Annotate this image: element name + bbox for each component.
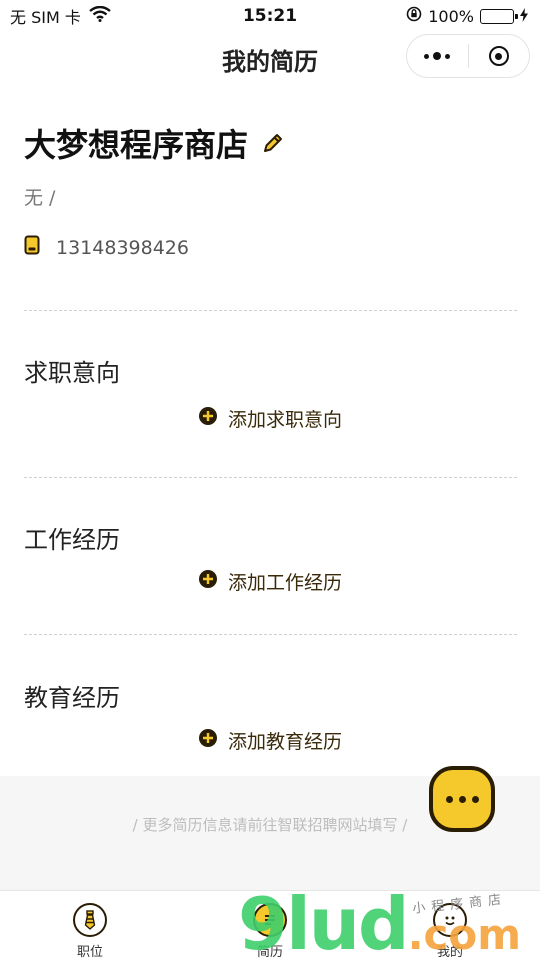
status-right: 100% xyxy=(406,6,540,26)
battery-percent: 100% xyxy=(428,6,474,26)
section-divider xyxy=(24,477,517,478)
watermark-main: 9lud xyxy=(238,882,410,966)
carrier-label: 无 SIM 卡 xyxy=(10,8,81,27)
tab-jobs-label: 职位 xyxy=(76,945,103,960)
add-circle-icon xyxy=(198,728,218,753)
add-education-button[interactable]: 添加教育经历 xyxy=(0,727,540,754)
section-title-education: 教育经历 xyxy=(24,684,120,712)
add-work-experience-button[interactable]: 添加工作经历 xyxy=(0,568,540,595)
battery-icon xyxy=(480,8,518,24)
status-bar: 无 SIM 卡 15:21 100% xyxy=(0,0,540,32)
section-title-work: 工作经历 xyxy=(24,526,120,554)
miniprogram-capsule xyxy=(406,34,530,78)
status-left: 无 SIM 卡 xyxy=(0,4,111,28)
profile-name: 大梦想程序商店 xyxy=(24,126,249,164)
add-circle-icon xyxy=(198,569,218,594)
more-dots-icon xyxy=(424,52,451,60)
section-divider xyxy=(24,310,517,311)
target-circle-icon xyxy=(488,46,509,66)
nav-bar: 我的简历 xyxy=(0,32,540,84)
tab-jobs[interactable]: 职位 xyxy=(0,891,180,961)
more-button[interactable] xyxy=(407,35,468,77)
profile-sub-info: 无 / xyxy=(24,187,56,209)
chat-dots-icon xyxy=(445,795,479,803)
add-job-intent-label: 添加求职意向 xyxy=(227,409,342,431)
add-education-label: 添加教育经历 xyxy=(227,731,342,753)
edit-pencil-icon[interactable] xyxy=(262,124,284,162)
section-divider xyxy=(24,634,517,635)
phone-number: 13148398426 xyxy=(56,236,189,259)
add-work-experience-label: 添加工作经历 xyxy=(227,572,342,594)
charging-icon xyxy=(520,7,528,26)
wifi-icon xyxy=(89,5,111,26)
add-job-intent-button[interactable]: 添加求职意向 xyxy=(0,405,540,432)
phone-row: 13148398426 xyxy=(24,235,189,260)
close-miniprogram-button[interactable] xyxy=(469,35,530,77)
watermark-domain: .com xyxy=(407,910,522,959)
tie-icon xyxy=(73,903,107,937)
chat-bubble-button[interactable] xyxy=(429,766,495,832)
section-title-job-intent: 求职意向 xyxy=(24,359,120,387)
add-circle-icon xyxy=(198,406,218,431)
profile-name-row: 大梦想程序商店 xyxy=(24,120,284,166)
phone-icon xyxy=(24,235,40,260)
orientation-lock-icon xyxy=(406,6,422,26)
